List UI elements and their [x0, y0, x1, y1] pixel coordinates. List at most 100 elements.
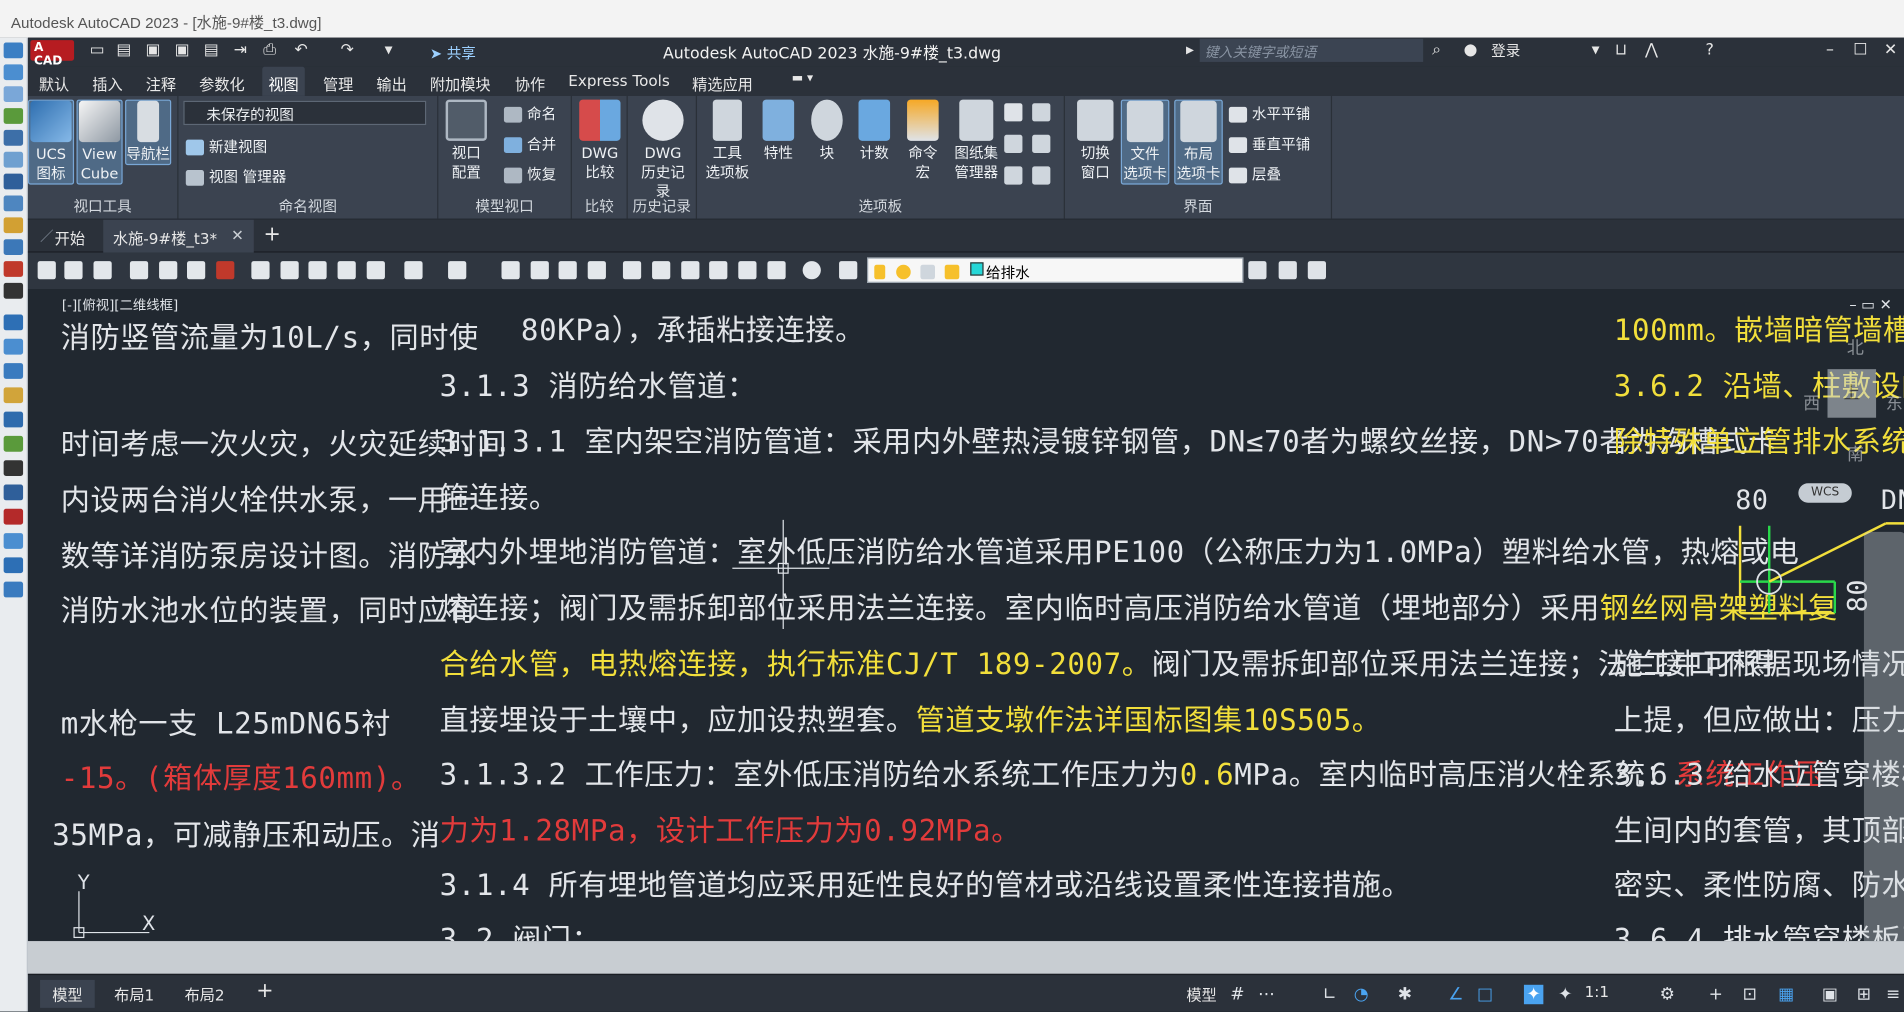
isodraft-icon[interactable]: ✱ — [1395, 985, 1414, 1004]
viewcube-button[interactable]: View Cube — [76, 99, 123, 185]
help-icon[interactable] — [802, 261, 821, 280]
tab-start[interactable]: 开始 — [45, 220, 95, 253]
tool-icon[interactable] — [3, 338, 24, 355]
new-tab-icon[interactable]: + — [254, 220, 291, 253]
markup-icon[interactable] — [738, 261, 757, 280]
dwg-compare-button[interactable]: DWG 比较 — [577, 99, 623, 183]
new-view-button[interactable]: 新建视图 — [185, 136, 267, 160]
save-icon[interactable]: ▣ — [145, 42, 162, 60]
customization-icon[interactable]: ≡ — [1883, 985, 1902, 1004]
tool-icon[interactable] — [3, 581, 24, 598]
viewport-name-button[interactable]: 命名 — [503, 103, 556, 127]
send-icon[interactable]: ⇥ — [232, 42, 249, 60]
layer-properties-icon[interactable] — [839, 261, 858, 280]
plot-icon[interactable] — [129, 261, 149, 280]
cascade-button[interactable]: 层叠 — [1228, 164, 1281, 188]
palette-small-icon[interactable] — [1032, 134, 1051, 154]
palette-small-icon[interactable] — [1004, 134, 1023, 154]
workspace-gear-icon[interactable]: ⚙ — [1658, 985, 1677, 1004]
palette-small-icon[interactable] — [1004, 103, 1023, 122]
units-icon[interactable]: ⊡ — [1740, 985, 1759, 1004]
tool-icon[interactable] — [3, 151, 24, 168]
dwf-icon[interactable] — [216, 261, 235, 280]
tab-default[interactable]: 默认 — [33, 67, 76, 96]
tab-collaborate[interactable]: 协作 — [509, 67, 552, 96]
object-snap-tracking-icon[interactable]: ∠ — [1446, 985, 1465, 1004]
zoom-realtime-icon[interactable] — [530, 261, 549, 280]
layer-viewport-icon[interactable] — [920, 264, 936, 280]
snap-icon[interactable]: ⋯ — [1257, 985, 1276, 1004]
horizontal-scrollbar[interactable] — [27, 941, 1904, 974]
new-file-icon[interactable]: ▭ — [89, 42, 106, 60]
tab-annotate[interactable]: 注释 — [140, 67, 183, 96]
tool-icon[interactable] — [3, 411, 24, 428]
palette-small-icon[interactable] — [1004, 166, 1023, 185]
tab-express-tools[interactable]: Express Tools — [562, 67, 676, 96]
help-search-input[interactable]: 键入关键字或短语 — [1199, 38, 1424, 62]
design-center-icon[interactable] — [652, 261, 671, 280]
tool-icon[interactable] — [3, 435, 24, 452]
tab-layout1[interactable]: 布局1 — [114, 982, 154, 1005]
auto-scale-icon[interactable]: ✦ — [1556, 985, 1575, 1004]
compass-east[interactable]: 东 — [1886, 391, 1903, 415]
tool-icon[interactable] — [3, 261, 24, 277]
close-tab-icon[interactable]: ✕ — [231, 226, 244, 244]
navbar-button[interactable]: 导航栏 — [125, 99, 172, 166]
tab-manage[interactable]: 管理 — [317, 67, 360, 96]
block-button[interactable]: 块 — [804, 99, 850, 163]
compass-west[interactable]: 西 — [1803, 391, 1820, 415]
sheetset-icon[interactable] — [709, 261, 728, 280]
plot-icon[interactable]: ⎙ — [261, 42, 278, 60]
user-icon[interactable]: ● — [1462, 42, 1479, 60]
polar-icon[interactable]: ◔ — [1352, 985, 1371, 1004]
expand-arrow-icon[interactable]: ▸ — [1182, 42, 1199, 60]
viewport-config-button[interactable]: 视口 配置 — [443, 99, 489, 183]
tool-icon[interactable] — [3, 129, 24, 146]
tab-featured-apps[interactable]: 精选应用 — [686, 67, 759, 96]
make-current-icon[interactable] — [1248, 261, 1267, 280]
tool-icon[interactable] — [3, 282, 24, 299]
tool-icon[interactable] — [3, 508, 24, 525]
match-prop-icon[interactable] — [337, 261, 356, 280]
zoom-previous-icon[interactable] — [587, 261, 606, 280]
panel-title[interactable]: 视口工具 — [28, 196, 177, 217]
block-editor-icon[interactable] — [366, 261, 385, 280]
viewport-merge-button[interactable]: 合并 — [503, 134, 556, 158]
viewport-window-controls[interactable]: – ▭ ✕ — [1849, 296, 1892, 313]
count-button[interactable]: 计数 — [851, 99, 897, 163]
viewport-controls-label[interactable]: [-][俯视][二维线框] — [62, 295, 178, 314]
tool-icon[interactable] — [3, 64, 24, 81]
preview-icon[interactable] — [159, 261, 178, 280]
tool-icon[interactable] — [3, 533, 24, 549]
pan-icon[interactable] — [501, 261, 520, 280]
tab-document[interactable]: 水施-9#楼_t3* ✕ — [103, 219, 254, 253]
switch-window-button[interactable]: 切换 窗口 — [1072, 99, 1118, 183]
panel-title[interactable]: 选项板 — [697, 196, 1064, 217]
palette-small-icon[interactable] — [1032, 103, 1051, 122]
redo-icon[interactable]: ↷ — [339, 42, 356, 60]
customize-qat-icon[interactable]: ▾ — [380, 42, 397, 60]
cart-icon[interactable]: ⊔ — [1613, 42, 1630, 60]
wcs-menu[interactable]: WCS — [1798, 483, 1852, 503]
add-layout-icon[interactable]: + — [256, 979, 273, 1003]
paste-icon[interactable] — [308, 261, 327, 280]
open-file-icon[interactable]: ▤ — [115, 42, 132, 60]
dropdown-arrow-icon[interactable]: ▾ — [1587, 42, 1604, 60]
tab-addins[interactable]: 附加模块 — [424, 67, 497, 96]
ortho-icon[interactable]: ∟ — [1320, 985, 1339, 1004]
properties-icon[interactable] — [622, 261, 642, 280]
command-macro-button[interactable]: 命令 宏 — [900, 99, 946, 183]
viewcube-face-top[interactable]: 上 — [1827, 369, 1877, 418]
quick-properties-icon[interactable]: ▦ — [1777, 985, 1796, 1004]
graphics-performance-icon[interactable]: ▣ — [1820, 985, 1839, 1004]
open-icon[interactable] — [64, 261, 83, 280]
tab-layout2[interactable]: 布局2 — [185, 982, 225, 1005]
layer-freeze-icon[interactable] — [896, 264, 911, 280]
zoom-window-icon[interactable] — [558, 261, 577, 280]
tool-icon[interactable] — [3, 108, 24, 124]
tool-icon[interactable] — [3, 42, 24, 59]
file-tabs-button[interactable]: 文件 选项卡 — [1120, 99, 1170, 185]
layer-lock-icon[interactable] — [944, 264, 960, 280]
tool-icon[interactable] — [3, 314, 24, 331]
tab-output[interactable]: 输出 — [370, 67, 413, 96]
